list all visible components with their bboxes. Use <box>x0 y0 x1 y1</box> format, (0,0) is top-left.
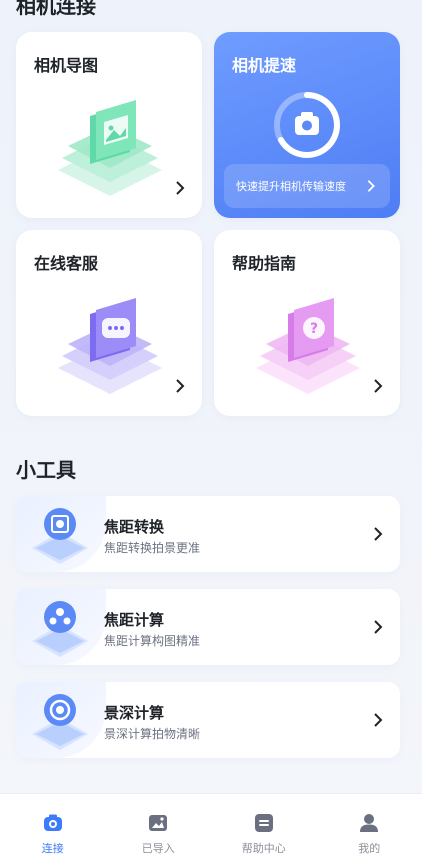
chevron-right-icon <box>374 713 383 727</box>
tool-focal-calculation[interactable]: 焦距计算 焦距计算构图精准 <box>16 589 400 665</box>
tab-label: 已导入 <box>141 842 175 855</box>
focus-frame-icon <box>32 508 88 564</box>
speed-up-banner[interactable]: 快速提升相机传输速度 <box>224 164 390 208</box>
image-icon <box>149 815 168 831</box>
tool-focal-conversion[interactable]: 焦距转换 焦距转换拍景更准 <box>16 496 400 572</box>
chevron-right-icon <box>367 180 375 192</box>
tab-help-center[interactable]: 帮助中心 <box>211 794 317 861</box>
card-online-service[interactable]: 在线客服 <box>16 230 202 416</box>
tool-name: 焦距计算 <box>104 611 165 629</box>
tab-mine[interactable]: 我的 <box>317 794 422 861</box>
card-camera-guide[interactable]: 相机导图 <box>16 32 202 218</box>
chevron-right-icon <box>374 379 383 393</box>
chevron-right-icon <box>374 527 383 541</box>
section-title-camera-connect: 相机连接 <box>16 0 96 18</box>
tab-connect[interactable]: 连接 <box>0 794 106 861</box>
tab-label: 我的 <box>358 842 381 855</box>
tool-description: 焦距计算构图精准 <box>104 634 201 648</box>
aperture-target-icon <box>32 694 88 750</box>
card-title: 相机导图 <box>34 56 99 75</box>
bottom-tab-bar: 连接 已导入 帮助中心 我的 <box>0 793 422 861</box>
card-title: 在线客服 <box>34 254 99 273</box>
chevron-right-icon <box>176 379 185 393</box>
tab-label: 帮助中心 <box>241 842 286 855</box>
svg-text:?: ? <box>310 321 318 337</box>
card-title: 相机提速 <box>232 56 297 75</box>
chevron-right-icon <box>176 181 185 195</box>
section-title-tools: 小工具 <box>16 458 76 482</box>
card-camera-speed[interactable]: 相机提速 快速提升相机传输速度 <box>214 32 400 218</box>
chevron-right-icon <box>374 620 383 634</box>
card-title: 帮助指南 <box>232 254 297 273</box>
tab-imported[interactable]: 已导入 <box>106 794 212 861</box>
photo-folder-icon <box>58 100 162 196</box>
camera-speed-icon <box>274 92 340 158</box>
tool-name: 焦距转换 <box>104 518 165 536</box>
camera-icon <box>43 814 62 831</box>
tool-description: 焦距转换拍景更准 <box>104 541 201 555</box>
tool-name: 景深计算 <box>104 704 165 722</box>
chat-bubble-icon <box>58 298 162 394</box>
user-icon <box>360 814 379 832</box>
tab-label: 连接 <box>41 842 64 855</box>
help-doc-icon <box>254 814 273 832</box>
tool-depth-of-field[interactable]: 景深计算 景深计算拍物清晰 <box>16 682 400 758</box>
card-help-guide[interactable]: 帮助指南 ? <box>214 230 400 416</box>
speed-up-text: 快速提升相机传输速度 <box>236 180 346 193</box>
tool-description: 景深计算拍物清晰 <box>104 727 201 741</box>
people-composition-icon <box>32 601 88 657</box>
question-folder-icon: ? <box>256 298 360 394</box>
